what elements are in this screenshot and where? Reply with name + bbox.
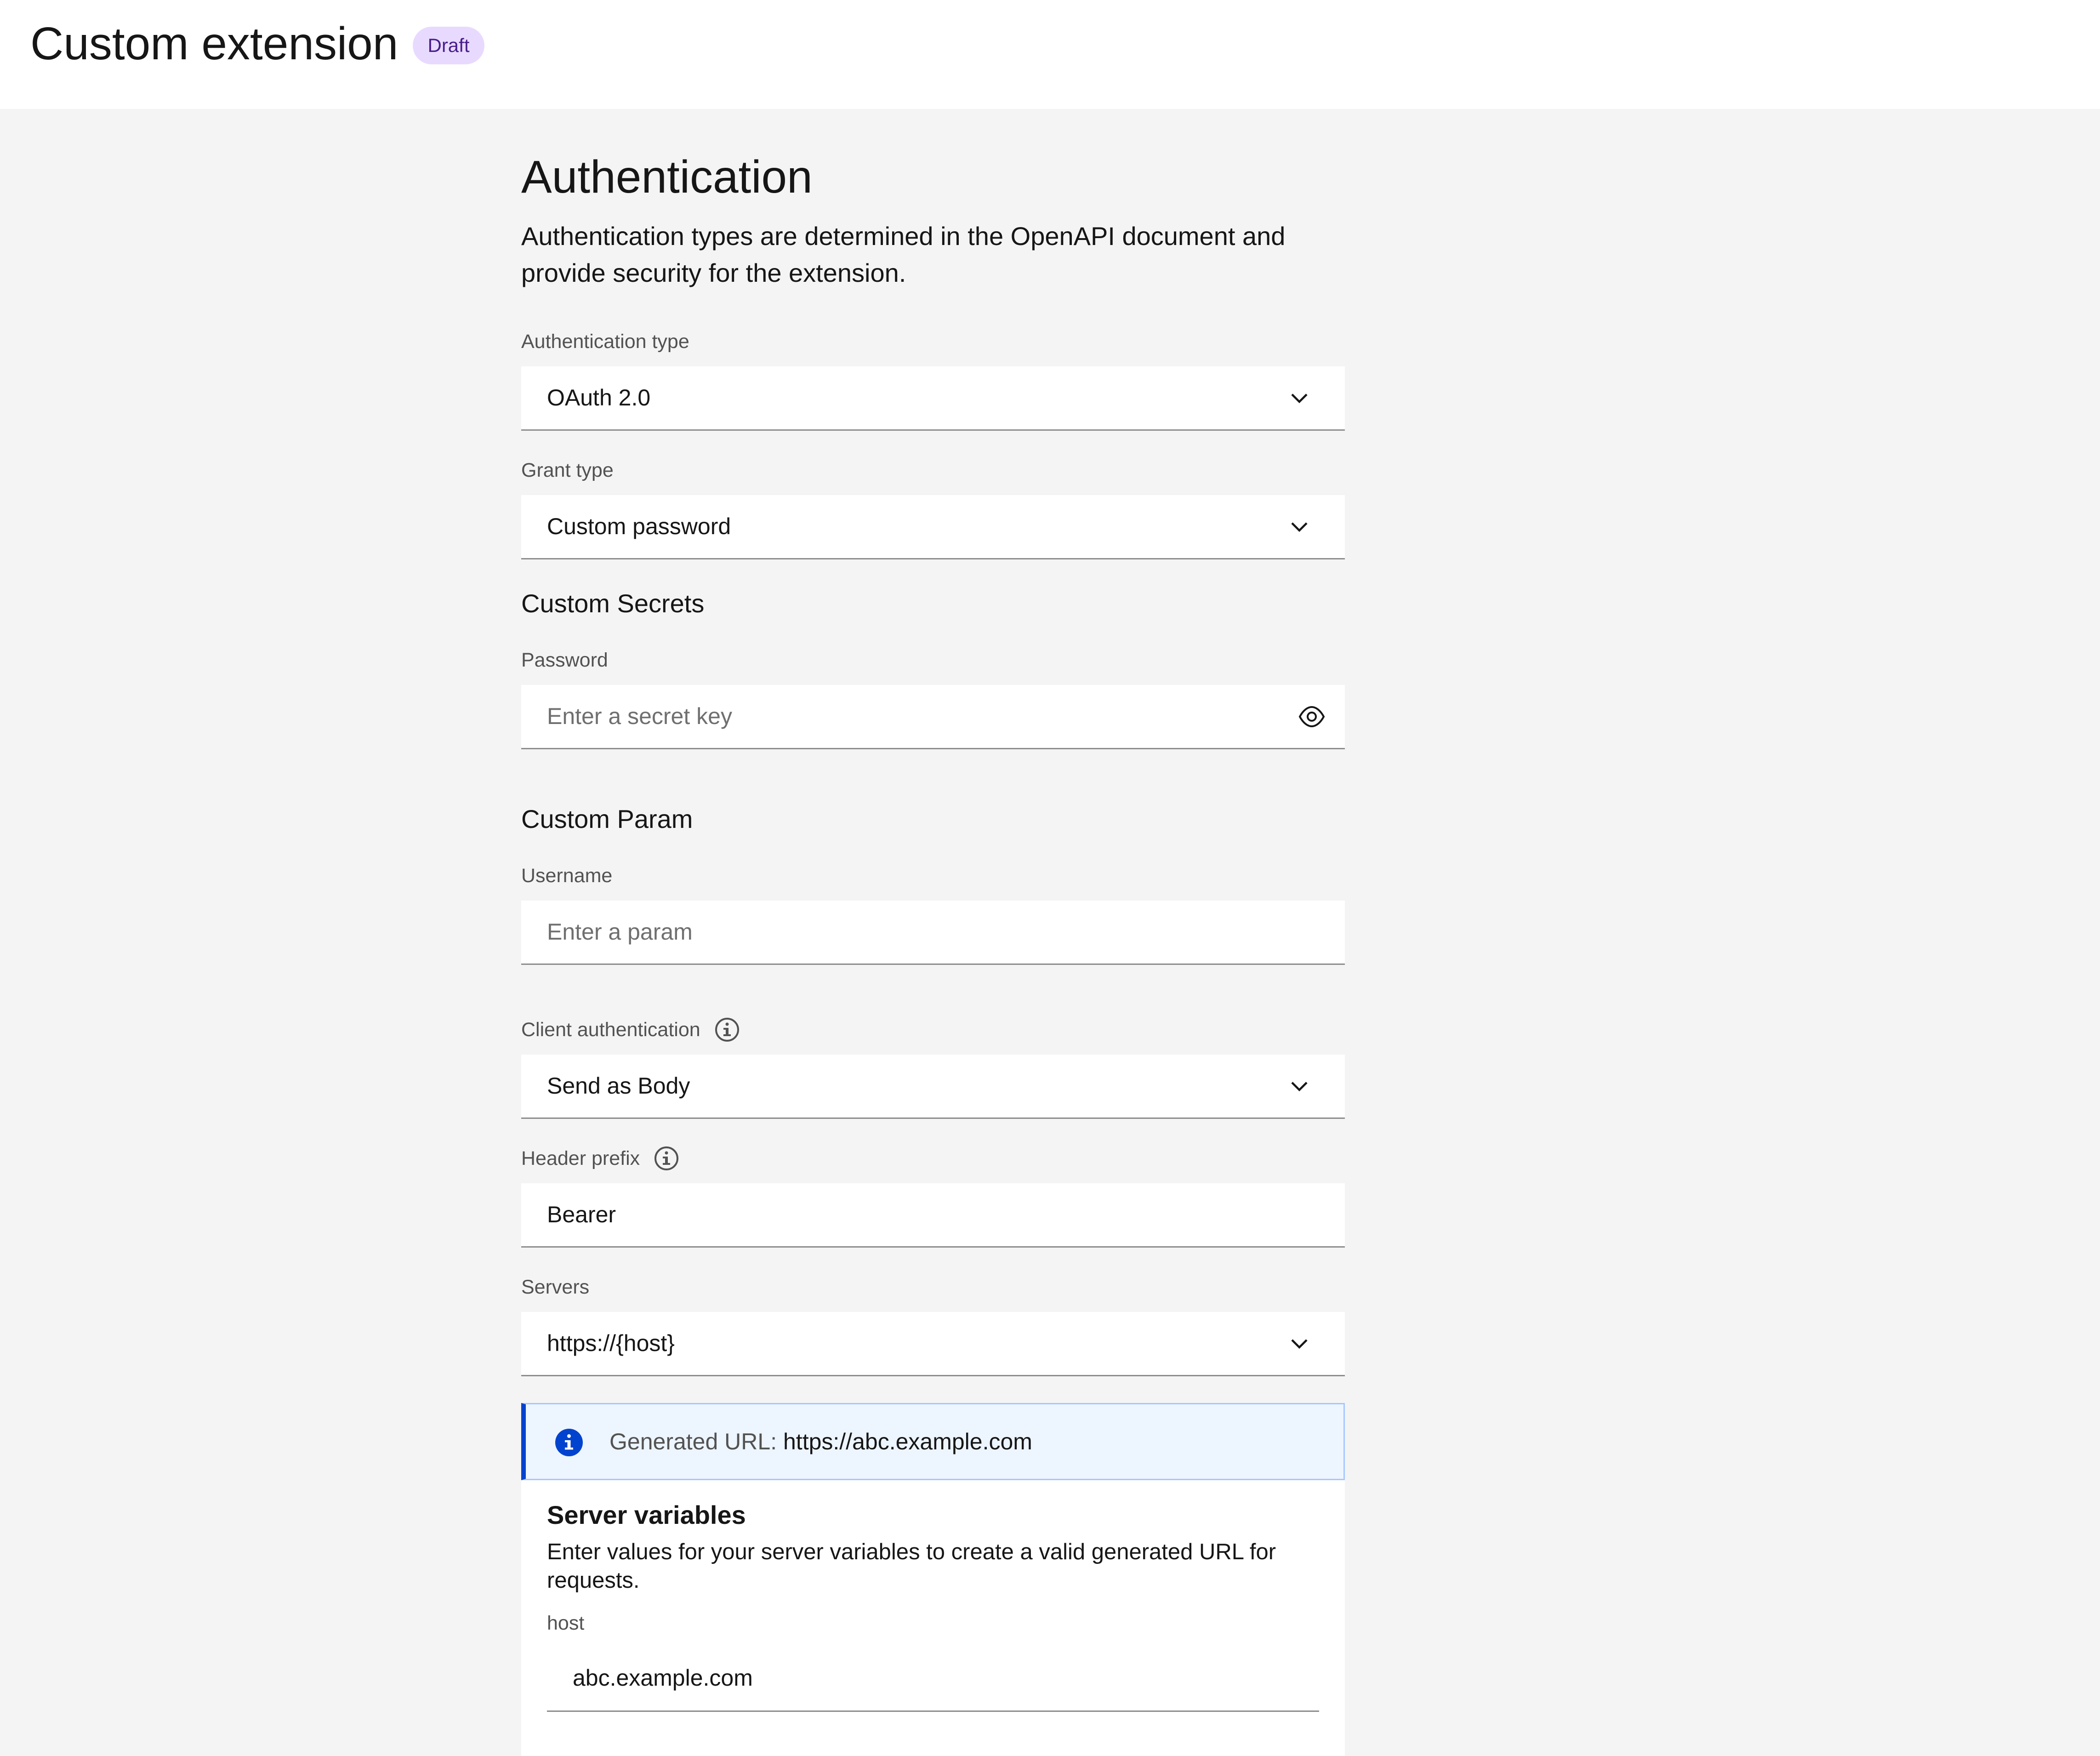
generated-url-text: Generated URL: https://abc.example.com: [609, 1404, 1032, 1479]
section-title: Authentication: [521, 151, 813, 203]
header-prefix-value: Bearer: [547, 1202, 616, 1227]
section-description: Authentication types are determined in t…: [521, 222, 1286, 287]
chevron-down-icon: [1290, 1334, 1309, 1353]
username-placeholder: Enter a param: [547, 919, 693, 945]
generated-url-notification: Generated URL: https://abc.example.com: [521, 1403, 1345, 1480]
servers-label-text: Servers: [521, 1276, 590, 1298]
grant-type-label: Grant type: [521, 457, 614, 483]
page-title: Custom extension: [30, 18, 398, 69]
grant-type-label-text: Grant type: [521, 459, 614, 481]
header-prefix-input[interactable]: Bearer: [521, 1183, 1345, 1248]
chevron-down-icon: [1290, 517, 1309, 536]
auth-type-label-text: Authentication type: [521, 331, 689, 353]
authentication-form: Authentication Authentication types are …: [521, 109, 1345, 1756]
header-prefix-label-text: Header prefix: [521, 1147, 640, 1169]
auth-type-dropdown[interactable]: OAuth 2.0: [521, 366, 1345, 431]
page-header: Custom extension Draft: [0, 0, 2100, 109]
info-icon[interactable]: [714, 1017, 740, 1043]
grant-type-dropdown[interactable]: Custom password: [521, 495, 1345, 559]
server-variables-description: Enter values for your server variables t…: [547, 1539, 1276, 1593]
eye-icon[interactable]: [1298, 704, 1326, 729]
password-placeholder: Enter a secret key: [547, 703, 732, 729]
client-auth-label-text: Client authentication: [521, 1019, 700, 1041]
info-icon[interactable]: [654, 1146, 679, 1171]
chevron-down-icon: [1290, 388, 1309, 408]
host-label: host: [547, 1612, 585, 1634]
host-value: abc.example.com: [573, 1665, 753, 1691]
servers-label: Servers: [521, 1274, 589, 1300]
chevron-down-icon: [1290, 1077, 1309, 1096]
custom-param-title: Custom Param: [521, 804, 693, 833]
server-variables-panel: Server variables Enter values for your s…: [521, 1480, 1345, 1756]
servers-dropdown[interactable]: https://{host}: [521, 1312, 1345, 1376]
password-label-text: Password: [521, 649, 608, 671]
client-auth-dropdown[interactable]: Send as Body: [521, 1055, 1345, 1119]
status-badge: Draft: [413, 27, 484, 64]
grant-type-value: Custom password: [547, 513, 731, 539]
generated-url-value: https://abc.example.com: [783, 1429, 1032, 1454]
generated-url-label: Generated URL:: [609, 1429, 777, 1454]
host-input[interactable]: abc.example.com: [547, 1646, 1319, 1712]
server-variables-title: Server variables: [547, 1500, 746, 1529]
password-input[interactable]: Enter a secret key: [521, 685, 1345, 749]
username-label-text: Username: [521, 865, 613, 887]
custom-secrets-title: Custom Secrets: [521, 589, 705, 618]
servers-value: https://{host}: [547, 1330, 675, 1356]
info-filled-icon: [554, 1428, 584, 1457]
username-label: Username: [521, 863, 612, 889]
username-input[interactable]: Enter a param: [521, 901, 1345, 965]
password-label: Password: [521, 647, 608, 673]
auth-type-label: Authentication type: [521, 329, 689, 354]
client-auth-value: Send as Body: [547, 1073, 690, 1099]
auth-type-value: OAuth 2.0: [547, 385, 651, 410]
header-prefix-label: Header prefix: [521, 1146, 679, 1171]
client-auth-label: Client authentication: [521, 1017, 740, 1043]
